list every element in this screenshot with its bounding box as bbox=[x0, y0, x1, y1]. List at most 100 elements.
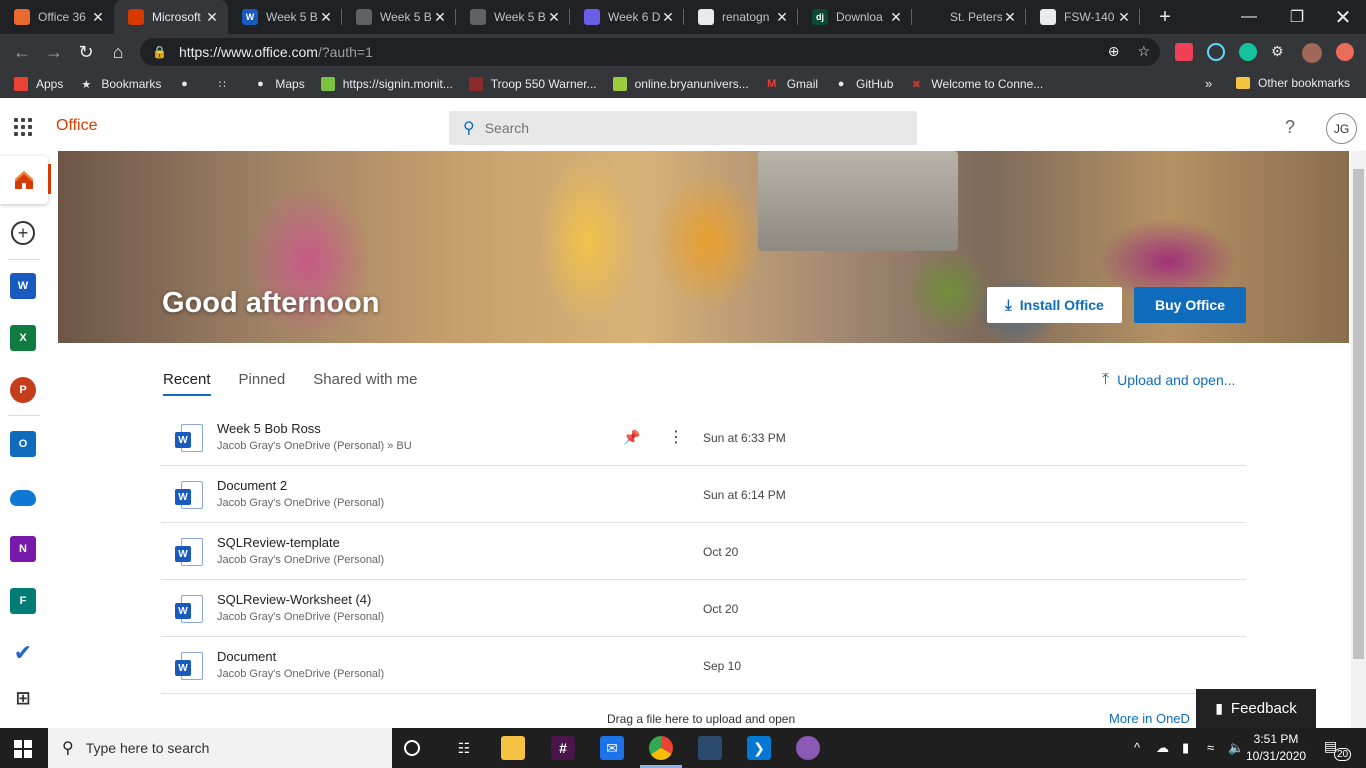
more-options-icon[interactable]: ⋮ bbox=[668, 427, 684, 447]
file-name[interactable]: SQLReview-template bbox=[217, 535, 340, 550]
file-name[interactable]: SQLReview-Worksheet (4) bbox=[217, 592, 371, 607]
chrome-icon[interactable] bbox=[649, 736, 673, 760]
tab-pinned[interactable]: Pinned bbox=[239, 371, 286, 396]
powerpoint-icon[interactable]: P bbox=[10, 377, 36, 403]
other-bookmarks-folder[interactable]: Other bookmarks bbox=[1236, 76, 1350, 90]
browser-tab[interactable]: FSW-140 ✕ bbox=[1026, 0, 1140, 34]
close-window-button[interactable]: ✕ bbox=[1320, 0, 1366, 34]
browser-tab[interactable]: W Week 5 B ✕ bbox=[228, 0, 342, 34]
bookmark-item[interactable]: Troop 550 Warner... bbox=[468, 77, 597, 91]
scrollbar-thumb[interactable] bbox=[1353, 169, 1364, 659]
forms-icon[interactable]: F bbox=[10, 588, 36, 614]
account-avatar[interactable]: JG bbox=[1326, 113, 1357, 144]
bookmark-item[interactable]: ✖ Welcome to Conne... bbox=[909, 77, 1043, 91]
close-tab-icon[interactable]: ✕ bbox=[204, 9, 220, 26]
cortana-icon[interactable] bbox=[404, 740, 420, 756]
wifi-icon[interactable]: ≈ bbox=[1207, 740, 1214, 755]
upload-and-open-button[interactable]: ⤒ Upload and open... bbox=[1102, 371, 1235, 389]
more-in-onedrive-link[interactable]: More in OneD bbox=[1109, 711, 1190, 726]
excel-icon[interactable]: X bbox=[10, 325, 36, 351]
task-view-icon[interactable]: ☷ bbox=[452, 736, 476, 760]
file-row[interactable]: W SQLReview-Worksheet (4) Jacob Gray's One… bbox=[161, 580, 1246, 637]
app-launcher-icon[interactable] bbox=[14, 118, 32, 136]
bookmark-item[interactable]: https://signin.monit... bbox=[320, 77, 453, 91]
browser-tab[interactable]: Week 6 D ✕ bbox=[570, 0, 684, 34]
browser-tab[interactable]: dj Downloa ✕ bbox=[798, 0, 912, 34]
browser-tab[interactable]: Week 5 B ✕ bbox=[456, 0, 570, 34]
slack-icon[interactable]: # bbox=[551, 736, 575, 760]
close-tab-icon[interactable]: ✕ bbox=[774, 9, 790, 26]
address-bar[interactable]: 🔒 https://www.office.com/?auth=1 ⊕ ☆ bbox=[140, 38, 1160, 66]
back-icon[interactable]: ← bbox=[6, 36, 38, 68]
notification-center-icon[interactable]: ▤ 20 bbox=[1324, 738, 1352, 761]
close-tab-icon[interactable]: ✕ bbox=[1002, 9, 1018, 26]
todo-icon[interactable]: ✔ bbox=[10, 640, 36, 666]
file-explorer-icon[interactable] bbox=[501, 736, 525, 760]
bookmark-item[interactable]: ● bbox=[177, 77, 199, 91]
office-brand-label[interactable]: Office bbox=[56, 117, 98, 135]
file-row[interactable]: W Document Jacob Gray's OneDrive (Personal… bbox=[161, 637, 1246, 694]
url-text[interactable]: https://www.office.com/?auth=1 bbox=[179, 44, 373, 60]
teams-app-icon[interactable] bbox=[796, 736, 820, 760]
mail-icon[interactable]: ✉ bbox=[600, 736, 624, 760]
extensions-puzzle-icon[interactable]: ⚙ bbox=[1271, 43, 1289, 61]
file-name[interactable]: Document bbox=[217, 649, 276, 664]
rail-home[interactable] bbox=[0, 156, 48, 204]
profile-avatar-icon[interactable] bbox=[1302, 43, 1322, 63]
bookmark-star-icon[interactable]: ☆ bbox=[1137, 43, 1150, 60]
volume-muted-icon[interactable]: 🔈 bbox=[1228, 740, 1244, 756]
close-tab-icon[interactable]: ✕ bbox=[318, 9, 334, 26]
close-tab-icon[interactable]: ✕ bbox=[888, 9, 904, 26]
bookmark-item[interactable]: ★ Bookmarks bbox=[79, 77, 161, 91]
file-name[interactable]: Document 2 bbox=[217, 478, 287, 493]
home-icon[interactable]: ⌂ bbox=[102, 36, 134, 68]
word-icon[interactable]: W bbox=[10, 273, 36, 299]
pin-icon[interactable]: 📌 bbox=[623, 429, 640, 446]
page-scrollbar[interactable] bbox=[1351, 151, 1366, 728]
bookmark-item[interactable]: M Gmail bbox=[765, 77, 818, 91]
lock-icon[interactable]: 🔒 bbox=[152, 45, 167, 59]
close-tab-icon[interactable]: ✕ bbox=[432, 9, 448, 26]
browser-tab[interactable]: renatogn ✕ bbox=[684, 0, 798, 34]
taskbar-search-box[interactable]: ⚲ Type here to search bbox=[48, 728, 392, 768]
bookmarks-overflow-icon[interactable]: » bbox=[1205, 76, 1212, 91]
close-tab-icon[interactable]: ✕ bbox=[660, 9, 676, 26]
extension-pocket-icon[interactable] bbox=[1175, 43, 1193, 61]
battery-icon[interactable]: ▮ bbox=[1182, 740, 1189, 756]
file-row[interactable]: W Document 2 Jacob Gray's OneDrive (Person… bbox=[161, 466, 1246, 523]
tab-shared-with-me[interactable]: Shared with me bbox=[313, 371, 417, 396]
mysql-workbench-icon[interactable] bbox=[698, 736, 722, 760]
forward-icon[interactable]: → bbox=[38, 36, 70, 68]
all-apps-icon[interactable]: ⊞ bbox=[10, 685, 36, 711]
close-tab-icon[interactable]: ✕ bbox=[1116, 9, 1132, 26]
tab-recent[interactable]: Recent bbox=[163, 371, 211, 396]
browser-tab[interactable]: Week 5 B ✕ bbox=[342, 0, 456, 34]
reload-icon[interactable]: ↻ bbox=[70, 36, 102, 68]
close-tab-icon[interactable]: ✕ bbox=[90, 9, 106, 26]
extension-react-icon[interactable] bbox=[1207, 43, 1225, 61]
browser-tab[interactable]: Microsoft ✕ bbox=[114, 0, 228, 34]
bookmark-item[interactable]: ● Maps bbox=[253, 77, 305, 91]
file-name[interactable]: Week 5 Bob Ross bbox=[217, 421, 321, 436]
system-clock[interactable]: 3:51 PM 10/31/2020 bbox=[1246, 731, 1306, 765]
bookmark-item[interactable]: online.bryanunivers... bbox=[612, 77, 749, 91]
maximize-button[interactable]: ❐ bbox=[1274, 0, 1320, 34]
onedrive-icon[interactable] bbox=[10, 490, 36, 506]
outlook-icon[interactable]: O bbox=[10, 431, 36, 457]
vscode-icon[interactable]: ❯ bbox=[747, 736, 771, 760]
onenote-icon[interactable]: N bbox=[10, 536, 36, 562]
bookmark-item[interactable]: Apps bbox=[14, 77, 63, 91]
search-input[interactable] bbox=[484, 120, 865, 136]
tray-chevron-icon[interactable]: ^ bbox=[1134, 740, 1140, 755]
buy-office-button[interactable]: Buy Office bbox=[1134, 287, 1246, 323]
new-tab-button[interactable]: + bbox=[1150, 0, 1180, 34]
browser-tab[interactable]: St. Peters ✕ bbox=[912, 0, 1026, 34]
install-office-button[interactable]: ⤓ Install Office bbox=[987, 287, 1122, 323]
onedrive-tray-icon[interactable]: ☁ bbox=[1156, 740, 1169, 756]
extension-grammarly-icon[interactable] bbox=[1239, 43, 1257, 61]
menu-dots-icon[interactable] bbox=[1336, 43, 1354, 61]
bookmark-item[interactable]: ● GitHub bbox=[834, 77, 894, 91]
minimize-button[interactable]: — bbox=[1226, 0, 1272, 34]
help-icon[interactable]: ? bbox=[1285, 117, 1295, 138]
windows-start-icon[interactable] bbox=[14, 740, 32, 758]
